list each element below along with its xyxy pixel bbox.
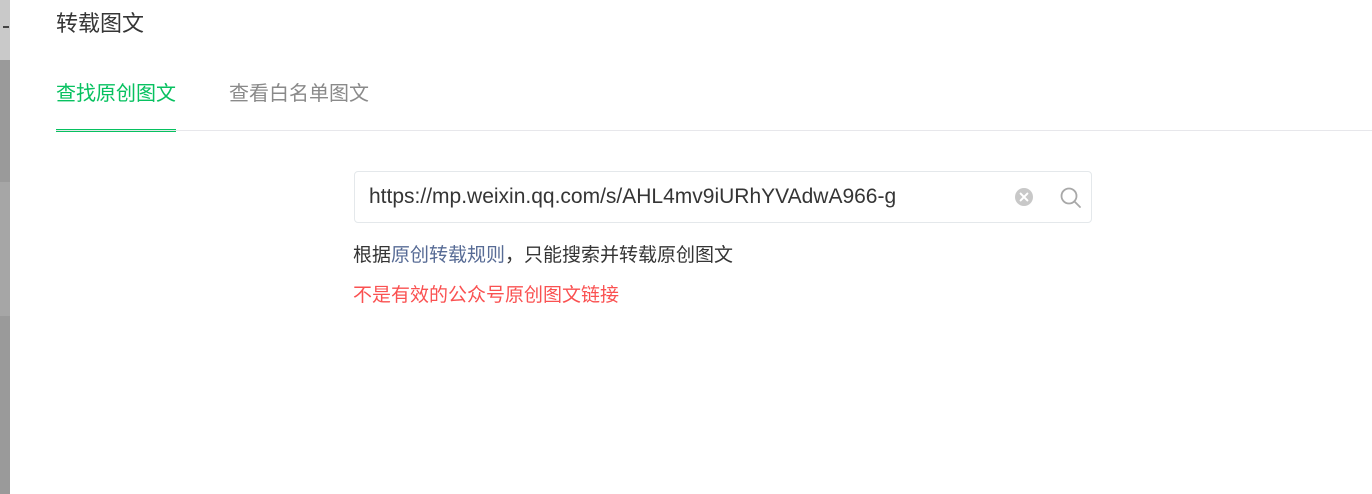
tab-find-original[interactable]: 查找原创图文 bbox=[56, 76, 176, 132]
dialog-title: 转载图文 bbox=[56, 12, 145, 37]
tab-whitelist[interactable]: 查看白名单图文 bbox=[229, 76, 369, 132]
rule-tip-prefix: 根据 bbox=[353, 244, 392, 266]
backdrop-segment bbox=[0, 182, 10, 316]
search-box bbox=[354, 171, 1092, 223]
rule-tip-suffix: ，只能搜索并转载原创图文 bbox=[505, 244, 734, 266]
tabs-divider bbox=[56, 130, 1372, 131]
modal-backdrop bbox=[0, 0, 10, 494]
error-message: 不是有效的公众号原创图文链接 bbox=[353, 284, 620, 306]
search-icon[interactable] bbox=[1059, 186, 1083, 210]
search-input[interactable] bbox=[369, 172, 989, 222]
repost-dialog: 转载图文 查找原创图文 查看白名单图文 根据原创转载规则，只能搜索并转载原创图文… bbox=[10, 0, 1372, 494]
backdrop-segment bbox=[0, 0, 10, 60]
rule-tip: 根据原创转载规则，只能搜索并转载原创图文 bbox=[353, 240, 733, 270]
tab-bar: 查找原创图文 查看白名单图文 bbox=[56, 76, 422, 132]
clear-icon[interactable] bbox=[1013, 186, 1035, 208]
backdrop-tick bbox=[3, 26, 9, 28]
repost-rules-link[interactable]: 原创转载规则 bbox=[391, 244, 505, 266]
